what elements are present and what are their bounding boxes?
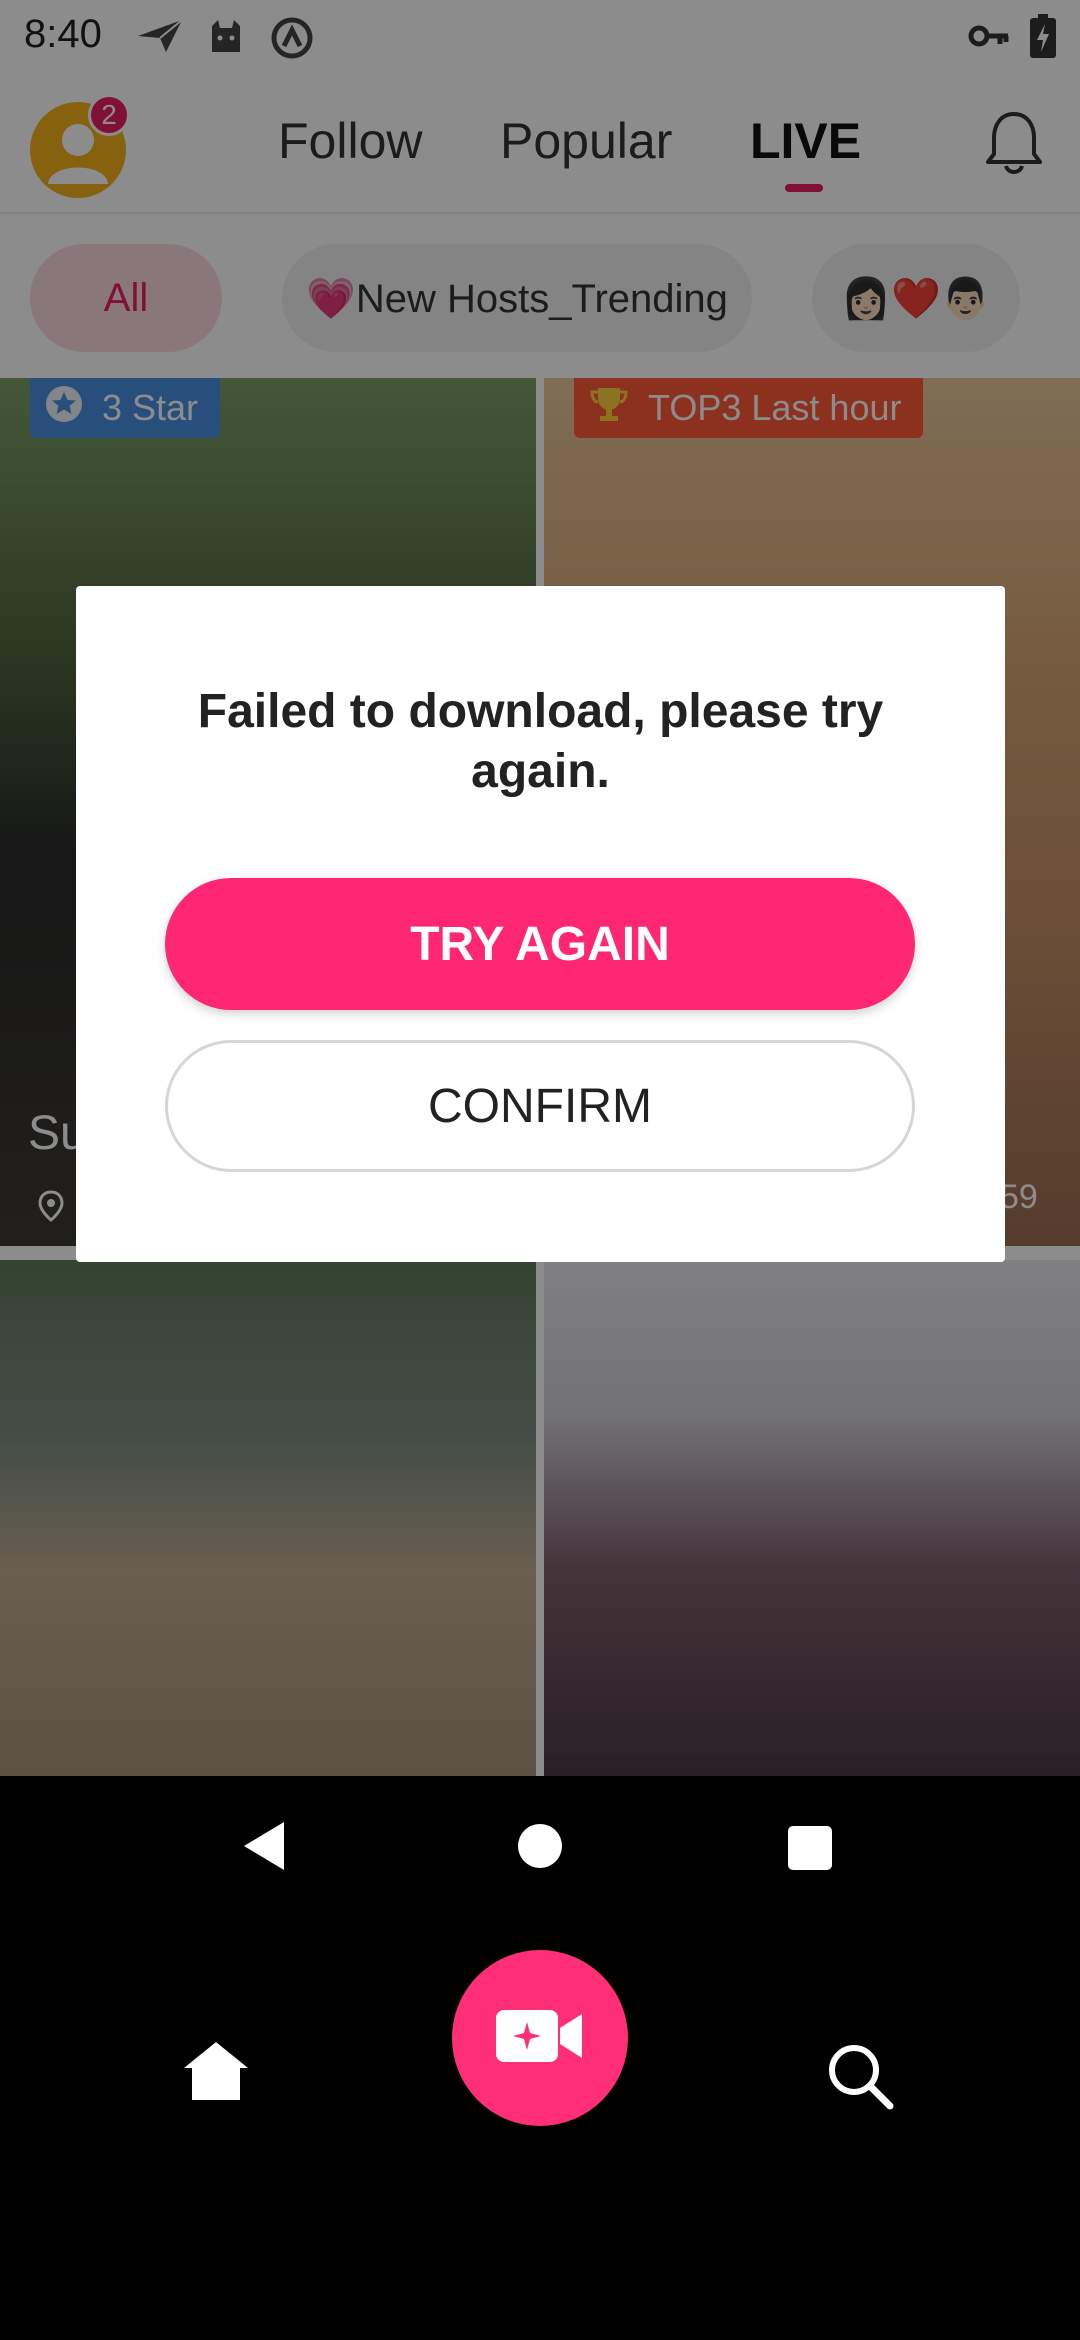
screen: 8:40 2 Follow Popular LIVE All 💗New Host… <box>0 0 1080 2340</box>
system-nav-bar <box>0 1776 1080 1920</box>
back-icon[interactable] <box>240 1820 288 1877</box>
go-live-button[interactable] <box>452 1950 628 2126</box>
home-icon[interactable] <box>180 2038 252 2107</box>
search-icon[interactable] <box>826 2042 896 2117</box>
home-circle-icon[interactable] <box>518 1824 562 1868</box>
recents-square-icon[interactable] <box>788 1826 832 1870</box>
live-camera-icon <box>494 2006 586 2071</box>
error-dialog: Failed to download, please try again. TR… <box>76 586 1005 1262</box>
try-again-button[interactable]: TRY AGAIN <box>165 878 915 1010</box>
confirm-button[interactable]: CONFIRM <box>165 1040 915 1172</box>
dialog-message: Failed to download, please try again. <box>197 685 884 798</box>
